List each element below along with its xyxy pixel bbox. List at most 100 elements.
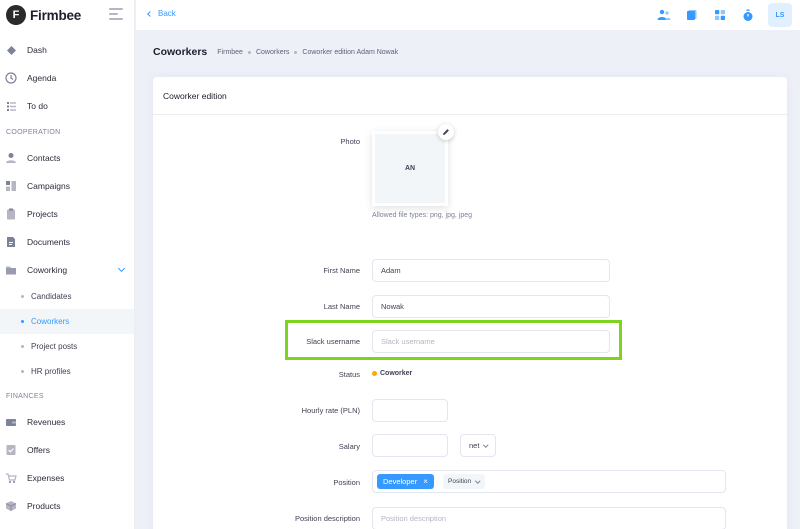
sidebar-item-label: Candidates [31,292,72,301]
topbar: Back LS [136,0,800,30]
sidebar-main-nav: Dash Agenda To do [0,36,134,120]
sidebar-item-label: Revenues [27,417,66,427]
offer-icon [5,444,17,456]
salary-input[interactable] [372,434,448,457]
sidebar-item-label: Dash [27,45,47,55]
bullet-icon [21,295,24,298]
first-name-input[interactable]: Adam [372,259,610,282]
position-tag: Developer × [377,474,434,489]
users-icon[interactable] [652,3,676,27]
brand-logo: F [6,5,26,25]
card-title: Coworker edition [153,77,787,115]
coworking-submenu: Candidates Coworkers Project posts HR pr… [0,284,134,384]
hourly-rate-label: Hourly rate (PLN) [301,406,360,415]
edit-photo-button[interactable] [438,124,454,140]
timer-icon[interactable] [736,3,760,27]
sidebar-item-revenues[interactable]: Revenues [0,408,134,436]
sidebar-item-documents[interactable]: Documents [0,228,134,256]
sidebar-item-offers[interactable]: Offers [0,436,134,464]
sidebar-item-contacts[interactable]: Contacts [0,144,134,172]
slack-username-label: Slack username [306,337,360,346]
breadcrumb-separator [247,50,251,54]
bullet-icon [21,370,24,373]
sidebar-item-label: Offers [27,445,50,455]
sidebar-subitem-hr-profiles[interactable]: HR profiles [0,359,134,384]
sidebar-item-label: Expenses [27,473,65,483]
sidebar-item-dash[interactable]: Dash [0,36,134,64]
sidebar-item-label: Contacts [27,153,61,163]
apps-icon[interactable] [708,3,732,27]
last-name-label: Last Name [323,302,360,311]
sidebar-item-label: Coworking [27,265,68,275]
sidebar-item-label: Campaigns [27,181,70,191]
sidebar-subitem-project-posts[interactable]: Project posts [0,334,134,359]
user-icon [5,152,17,164]
position-tag-label: Developer [383,477,418,486]
photo-hint: Allowed file types: png, jpg, jpeg [372,212,473,219]
box-icon [5,500,17,512]
menu-toggle-icon[interactable] [109,8,123,23]
sidebar-item-projects[interactable]: Projects [0,200,134,228]
pencil-icon [443,129,449,135]
sidebar-item-label: Coworkers [31,317,70,326]
sidebar-item-label: Products [27,501,61,511]
hourly-rate-input[interactable] [372,399,448,422]
user-avatar[interactable]: LS [768,3,792,27]
photo-label: Photo [340,137,360,146]
layers-icon[interactable] [680,3,704,27]
salary-type-select[interactable]: net [460,434,496,457]
position-description-input[interactable]: Position description [372,507,726,529]
back-link[interactable]: Back [147,9,176,18]
chevron-left-icon [147,10,153,17]
breadcrumb-item[interactable]: Firmbee [217,49,243,56]
topbar-actions: LS [648,3,792,27]
status-label: Status [338,370,360,379]
position-select-label: Position [448,478,472,485]
position-description-label: Position description [294,514,360,523]
clock-icon [5,72,17,84]
sidebar-item-agenda[interactable]: Agenda [0,64,134,92]
sidebar-item-products[interactable]: Products [0,492,134,520]
first-name-label: First Name [323,266,360,275]
position-select[interactable]: Position [443,474,485,489]
list-icon [5,100,17,112]
slack-username-input[interactable]: Slack username [372,330,610,353]
sidebar-subitem-coworkers[interactable]: Coworkers [0,309,134,334]
sidebar-item-campaigns[interactable]: Campaigns [0,172,134,200]
sidebar-item-expenses[interactable]: Expenses [0,464,134,492]
bullet-icon [21,345,24,348]
back-label: Back [158,9,176,18]
subheader: Coworkers Firmbee Coworkers Coworker edi… [153,46,398,58]
breadcrumb: Firmbee Coworkers Coworker edition Adam … [217,49,398,56]
cart-icon [5,472,17,484]
sidebar-item-label: HR profiles [31,367,71,376]
sidebar-item-label: Agenda [27,73,57,83]
last-name-input[interactable]: Nowak [372,295,610,318]
chevron-down-icon [483,442,489,447]
sidebar-cooperation-nav: Contacts Campaigns Projects Documents Co… [0,144,134,284]
sidebar-finances-nav: Revenues Offers Expenses Products [0,408,134,520]
sidebar-subitem-candidates[interactable]: Candidates [0,284,134,309]
breadcrumb-separator [294,50,298,54]
sidebar-item-label: Documents [27,237,70,247]
chevron-down-icon[interactable] [117,264,126,273]
sidebar-item-coworking[interactable]: Coworking [0,256,134,284]
status-badge: Coworker [372,370,412,377]
breadcrumb-item[interactable]: Coworkers [256,49,289,56]
campaign-icon [5,180,17,192]
sidebar-item-label: To do [27,101,48,111]
sidebar-item-label: Project posts [31,342,78,351]
section-cooperation: COOPERATION [6,128,61,136]
status-value: Coworker [380,370,413,377]
brand-name: Firmbee [30,7,82,23]
status-dot-icon [372,371,377,376]
chevron-down-icon [475,478,481,483]
sidebar-item-todo[interactable]: To do [0,92,134,120]
sidebar: F Firmbee Dash Agenda To do COOPERATION [0,0,135,529]
page-title: Coworkers [153,46,208,58]
remove-tag-icon[interactable]: × [423,477,428,486]
position-label: Position [333,478,360,487]
salary-type-value: net [469,441,480,450]
bullet-icon [21,320,24,323]
document-icon [5,236,17,248]
